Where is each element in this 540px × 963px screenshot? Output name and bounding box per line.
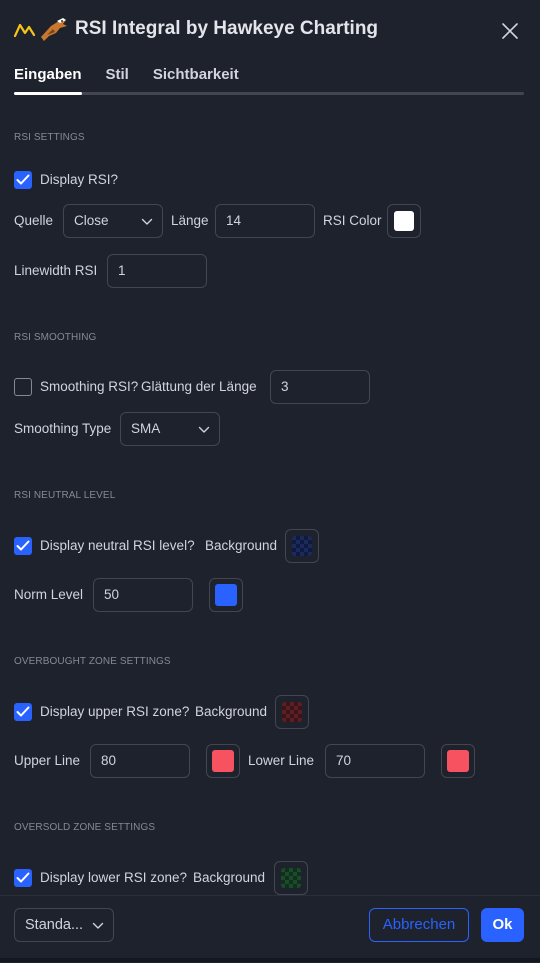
chevron-down-icon [141,218,153,225]
upper-background-swatch[interactable] [275,695,309,729]
checkmark-icon [16,872,30,883]
inputs-panel[interactable]: RSI SETTINGS Display RSI? Quelle Close L… [0,100,540,895]
display-neutral-checkbox[interactable] [14,537,32,555]
smoothing-type-label: Smoothing Type [14,421,112,436]
tab-track [14,92,524,95]
bottom-edge [0,958,540,962]
glaettung-label: Glättung der Länge [141,379,257,394]
neutral-background-fill [292,536,312,556]
active-tab-indicator [14,92,82,95]
smoothing-rsi-checkbox[interactable] [14,378,32,396]
defaults-dropdown[interactable]: Standa... [14,908,114,942]
neutral-background-label: Background [205,538,278,553]
lower-background-swatch[interactable] [274,861,308,895]
rsi-color-swatch[interactable] [387,204,421,238]
lower-line-label: Lower Line [248,753,315,768]
ok-button[interactable]: Ok [481,908,524,942]
section-title-rsi-smoothing: RSI SMOOTHING [14,332,97,343]
norm-level-color-swatch[interactable] [209,578,243,612]
upper-line-label: Upper Line [14,753,81,768]
display-neutral-label: Display neutral RSI level? [40,538,195,553]
upper-line-color-fill [212,750,234,772]
norm-level-input[interactable]: 50 [93,578,193,612]
norm-level-color-fill [215,584,237,606]
display-lower-label: Display lower RSI zone? [40,870,188,885]
section-title-oversold: OVERSOLD ZONE SETTINGS [14,822,156,833]
settings-dialog: RSI Integral by Hawkeye Charting Eingabe… [0,0,540,963]
hawk-logo-icon [41,18,67,41]
rsi-color-fill [394,211,414,231]
laenge-label: Länge [171,213,209,228]
tab-sichtbarkeit[interactable]: Sichtbarkeit [153,66,239,86]
display-rsi-checkbox[interactable] [14,171,32,189]
close-icon[interactable] [500,21,520,41]
tab-stil[interactable]: Stil [106,66,129,86]
section-title-rsi-settings: RSI SETTINGS [14,132,85,143]
tab-bar: Eingaben Stil Sichtbarkeit [14,66,263,86]
cancel-button[interactable]: Abbrechen [369,908,469,942]
upper-background-fill [282,702,302,722]
checkmark-icon [16,540,30,551]
smoothing-type-value: SMA [131,421,161,436]
lower-line-color-fill [447,750,469,772]
smoothing-rsi-label: Smoothing RSI? [40,379,139,394]
upper-line-color-swatch[interactable] [206,744,240,778]
lower-line-color-swatch[interactable] [441,744,475,778]
rsi-color-label: RSI Color [323,213,382,228]
lower-line-input[interactable]: 70 [325,744,425,778]
section-title-rsi-neutral: RSI NEUTRAL LEVEL [14,490,116,501]
upper-line-input[interactable]: 80 [90,744,190,778]
smoothing-type-select[interactable]: SMA [120,412,220,446]
norm-level-label: Norm Level [14,587,84,602]
lower-background-fill [281,868,301,888]
chevron-down-icon [92,922,104,929]
display-upper-checkbox[interactable] [14,703,32,721]
checkmark-icon [16,174,30,185]
dialog-footer: Standa... Abbrechen Ok [0,895,540,963]
section-title-overbought: OVERBOUGHT ZONE SETTINGS [14,656,171,667]
tab-eingaben[interactable]: Eingaben [14,66,82,86]
quelle-value: Close [74,213,109,228]
checkmark-icon [16,706,30,717]
linewidth-input[interactable]: 1 [107,254,207,288]
dialog-title: RSI Integral by Hawkeye Charting [75,18,379,39]
quelle-label: Quelle [14,213,54,228]
display-upper-label: Display upper RSI zone? [40,704,190,719]
glaettung-input[interactable]: 3 [270,370,370,404]
neutral-background-swatch[interactable] [285,529,319,563]
display-rsi-label: Display RSI? [40,172,119,187]
upper-background-label: Background [195,704,268,719]
chevron-down-icon [198,426,210,433]
display-lower-checkbox[interactable] [14,869,32,887]
linewidth-label: Linewidth RSI [14,263,98,278]
laenge-input[interactable]: 14 [215,204,315,238]
lower-background-label: Background [193,870,266,885]
title-icons [14,16,69,44]
wave-logo-icon [14,23,36,38]
dialog-header: RSI Integral by Hawkeye Charting [0,0,540,62]
defaults-label: Standa... [25,917,84,933]
quelle-select[interactable]: Close [63,204,163,238]
